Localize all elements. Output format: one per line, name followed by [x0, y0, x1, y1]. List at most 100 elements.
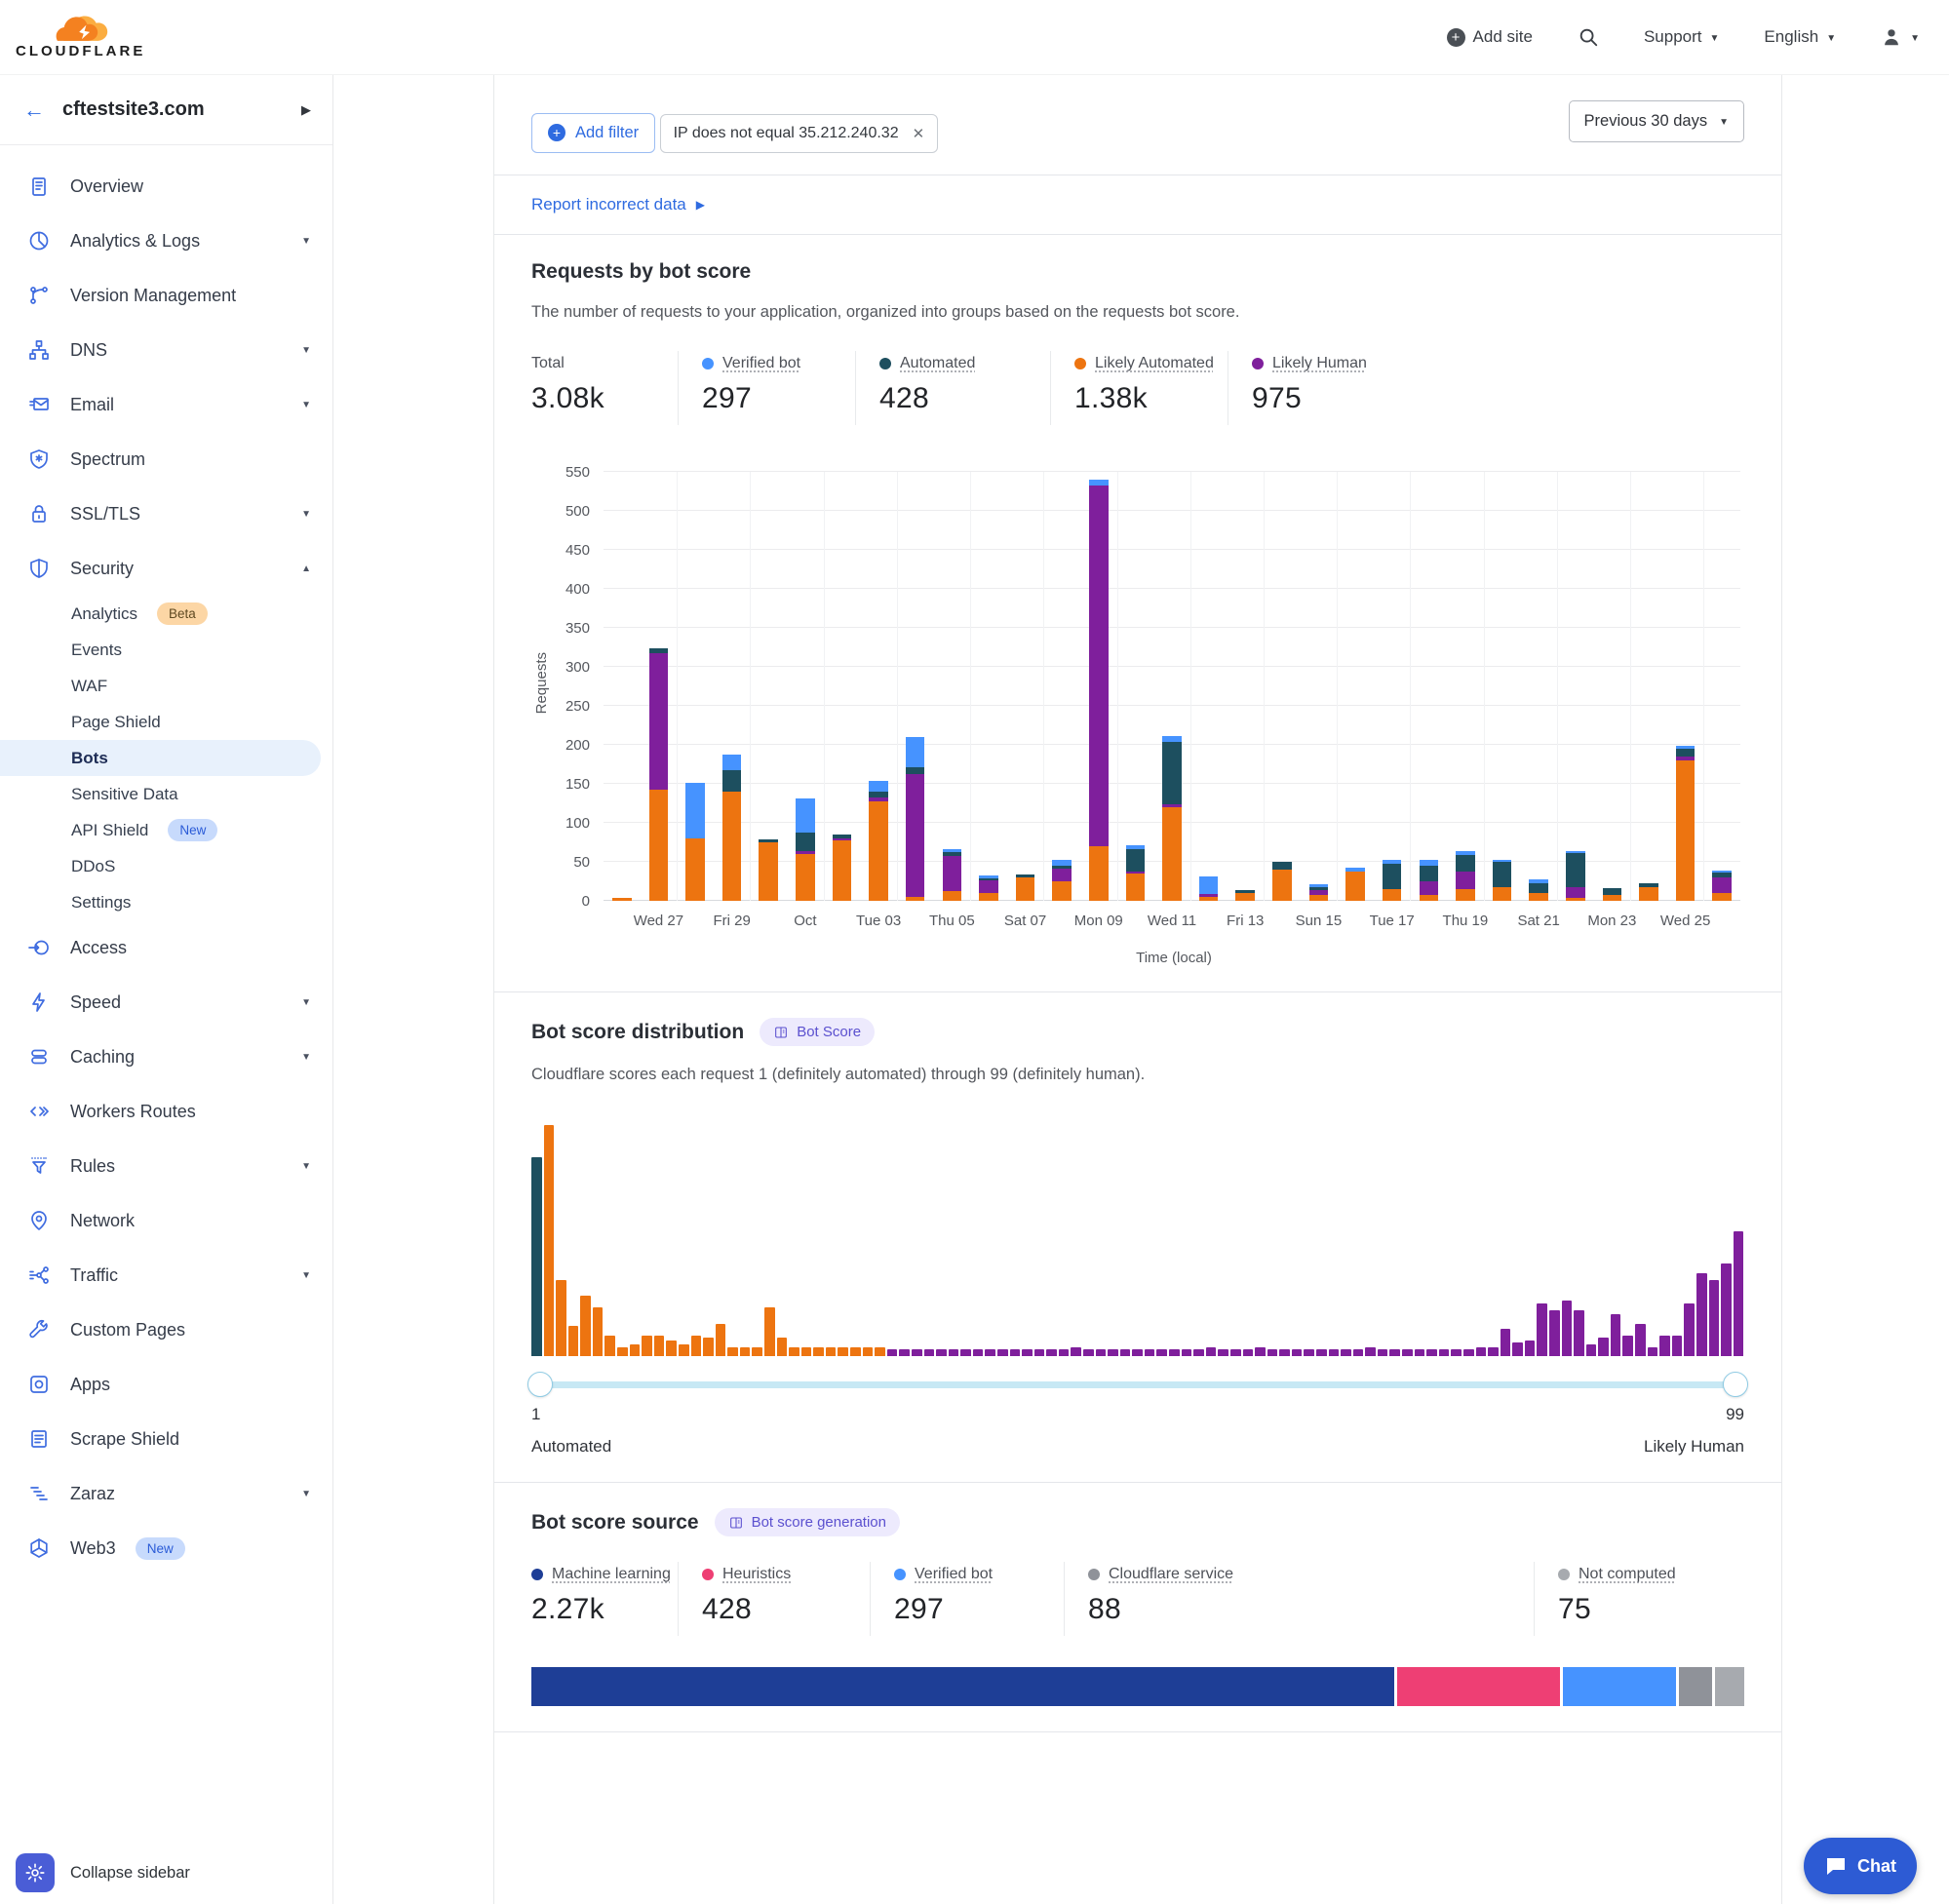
close-icon[interactable]: ✕ [913, 125, 925, 142]
sidebar-item-waf[interactable]: WAF [0, 668, 332, 704]
chart-bar[interactable] [759, 839, 778, 901]
distribution-bar[interactable] [801, 1347, 812, 1356]
distribution-bar[interactable] [1501, 1329, 1511, 1356]
distribution-bar[interactable] [1734, 1231, 1744, 1356]
distribution-bar[interactable] [1096, 1349, 1107, 1356]
stat-label[interactable]: Verified bot [722, 355, 800, 372]
distribution-bar[interactable] [752, 1347, 762, 1356]
distribution-bar[interactable] [556, 1280, 566, 1356]
support-menu[interactable]: Support ▼ [1644, 27, 1719, 47]
distribution-bar[interactable] [1059, 1349, 1070, 1356]
sidebar-item-traffic[interactable]: Traffic▼ [0, 1248, 332, 1302]
distribution-bar[interactable] [1083, 1349, 1094, 1356]
distribution-bar[interactable] [1525, 1341, 1536, 1357]
distribution-bar[interactable] [727, 1347, 738, 1356]
cloudflare-logo[interactable]: CLOUDFLARE [16, 16, 145, 59]
distribution-bar[interactable] [985, 1349, 995, 1356]
sidebar-item-api-shield[interactable]: API ShieldNew [0, 812, 332, 848]
distribution-bar[interactable] [679, 1344, 689, 1356]
sidebar-item-apps[interactable]: Apps [0, 1357, 332, 1412]
chart-bar[interactable] [906, 737, 925, 901]
collapse-sidebar-button[interactable]: Collapse sidebar [70, 1864, 190, 1883]
distribution-bar[interactable] [1341, 1349, 1351, 1356]
distribution-bar[interactable] [924, 1349, 935, 1356]
sidebar-item-settings[interactable]: Settings [0, 884, 332, 920]
chart-bar[interactable] [1235, 890, 1255, 901]
chart-bar[interactable] [1566, 851, 1585, 901]
distribution-bar[interactable] [1218, 1349, 1228, 1356]
chart-bar[interactable] [869, 781, 888, 901]
sidebar-item-speed[interactable]: Speed▼ [0, 975, 332, 1030]
distribution-bar[interactable] [1132, 1349, 1143, 1356]
distribution-bar[interactable] [666, 1341, 677, 1357]
sidebar-item-ssl-tls[interactable]: SSL/TLS▼ [0, 486, 332, 541]
distribution-bar[interactable] [1120, 1349, 1131, 1356]
stat-label[interactable]: Automated [900, 355, 975, 372]
distribution-bar[interactable] [1230, 1349, 1241, 1356]
distribution-bar[interactable] [1378, 1349, 1388, 1356]
distribution-bar[interactable] [1415, 1349, 1425, 1356]
distribution-bar[interactable] [1549, 1310, 1560, 1356]
sidebar-item-analytics[interactable]: AnalyticsBeta [0, 596, 332, 632]
chart-bar[interactable] [1712, 871, 1732, 901]
distribution-bar[interactable] [1611, 1314, 1621, 1356]
distribution-bar[interactable] [642, 1336, 652, 1356]
chart-bar[interactable] [796, 798, 815, 901]
distribution-bar[interactable] [764, 1307, 775, 1356]
distribution-bar[interactable] [1193, 1349, 1204, 1356]
distribution-bar[interactable] [1476, 1347, 1487, 1356]
stat-label[interactable]: Likely Automated [1095, 355, 1214, 372]
distribution-bar[interactable] [568, 1326, 579, 1356]
sidebar-item-security[interactable]: Security▲ [0, 541, 332, 596]
stat-label[interactable]: Cloudflare service [1109, 1566, 1233, 1583]
sidebar-item-access[interactable]: Access [0, 920, 332, 975]
distribution-bar[interactable] [1659, 1336, 1670, 1356]
chart-bar[interactable] [1199, 876, 1219, 901]
distribution-bar[interactable] [1145, 1349, 1155, 1356]
distribution-bar[interactable] [1586, 1344, 1597, 1356]
distribution-bar[interactable] [1108, 1349, 1118, 1356]
chart-bar[interactable] [722, 755, 742, 901]
chart-bar[interactable] [1676, 746, 1696, 901]
distribution-bar[interactable] [1071, 1347, 1081, 1356]
chart-bar[interactable] [1309, 884, 1329, 901]
distribution-bar[interactable] [1389, 1349, 1400, 1356]
distribution-bar[interactable] [887, 1349, 898, 1356]
sidebar-item-network[interactable]: Network [0, 1193, 332, 1248]
slider-handle-max[interactable] [1723, 1372, 1748, 1397]
chart-bar[interactable] [649, 648, 669, 901]
distribution-bar[interactable] [1206, 1347, 1217, 1356]
stat-label[interactable]: Heuristics [722, 1566, 791, 1583]
chart-bar[interactable] [1639, 883, 1658, 901]
chart-bar[interactable] [1493, 860, 1512, 901]
sidebar-item-caching[interactable]: Caching▼ [0, 1030, 332, 1084]
distribution-bar[interactable] [1426, 1349, 1437, 1356]
distribution-bar[interactable] [703, 1338, 714, 1356]
distribution-bar[interactable] [813, 1347, 824, 1356]
sidebar-item-scrape-shield[interactable]: Scrape Shield [0, 1412, 332, 1466]
chart-bar[interactable] [1603, 888, 1622, 901]
chart-bar[interactable] [612, 898, 632, 901]
distribution-bar[interactable] [997, 1349, 1008, 1356]
distribution-bar[interactable] [1169, 1349, 1180, 1356]
chart-bar[interactable] [833, 835, 852, 901]
chart-bar[interactable] [1016, 874, 1035, 901]
report-incorrect-data-link[interactable]: Report incorrect data ▶ [531, 195, 705, 214]
chart-bar[interactable] [1052, 860, 1072, 901]
distribution-bar[interactable] [1562, 1301, 1573, 1356]
distribution-bar[interactable] [1721, 1263, 1732, 1356]
distribution-bar[interactable] [973, 1349, 984, 1356]
add-site-button[interactable]: + Add site [1447, 27, 1533, 47]
language-menu[interactable]: English ▼ [1764, 27, 1836, 47]
distribution-bar[interactable] [912, 1349, 922, 1356]
chart-bar[interactable] [1272, 862, 1292, 901]
distribution-bar[interactable] [1279, 1349, 1290, 1356]
distribution-bar[interactable] [1243, 1349, 1254, 1356]
chart-bar[interactable] [685, 783, 705, 901]
user-menu[interactable]: ▼ [1881, 26, 1920, 48]
distribution-bar[interactable] [1156, 1349, 1167, 1356]
distribution-bar[interactable] [1512, 1342, 1523, 1356]
distribution-bar[interactable] [1598, 1338, 1609, 1356]
distribution-bar[interactable] [936, 1349, 947, 1356]
stat-label[interactable]: Machine learning [552, 1566, 671, 1583]
